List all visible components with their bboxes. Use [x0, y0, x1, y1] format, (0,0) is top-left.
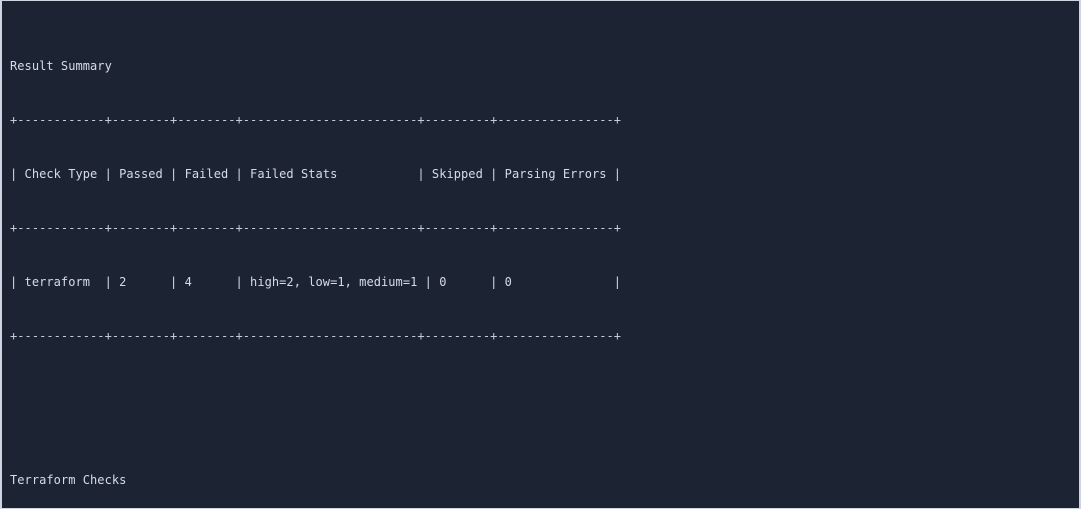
terminal-output: Result Summary +------------+--------+--…	[2, 1, 1079, 508]
terminal-window: Result Summary +------------+--------+--…	[0, 0, 1081, 509]
result-summary-title: Result Summary	[10, 59, 112, 73]
result-summary-rule-bot: +------------+--------+--------+--------…	[10, 329, 622, 343]
terraform-checks-title: Terraform Checks	[10, 473, 127, 487]
result-summary-header: | Check Type | Passed | Failed | Failed …	[10, 167, 622, 181]
table-row: | terraform | 2 | 4 | high=2, low=1, med…	[10, 275, 622, 289]
result-summary-rule-mid: +------------+--------+--------+--------…	[10, 221, 622, 235]
result-summary-rule-top: +------------+--------+--------+--------…	[10, 113, 622, 127]
spacer-line	[10, 399, 1079, 417]
